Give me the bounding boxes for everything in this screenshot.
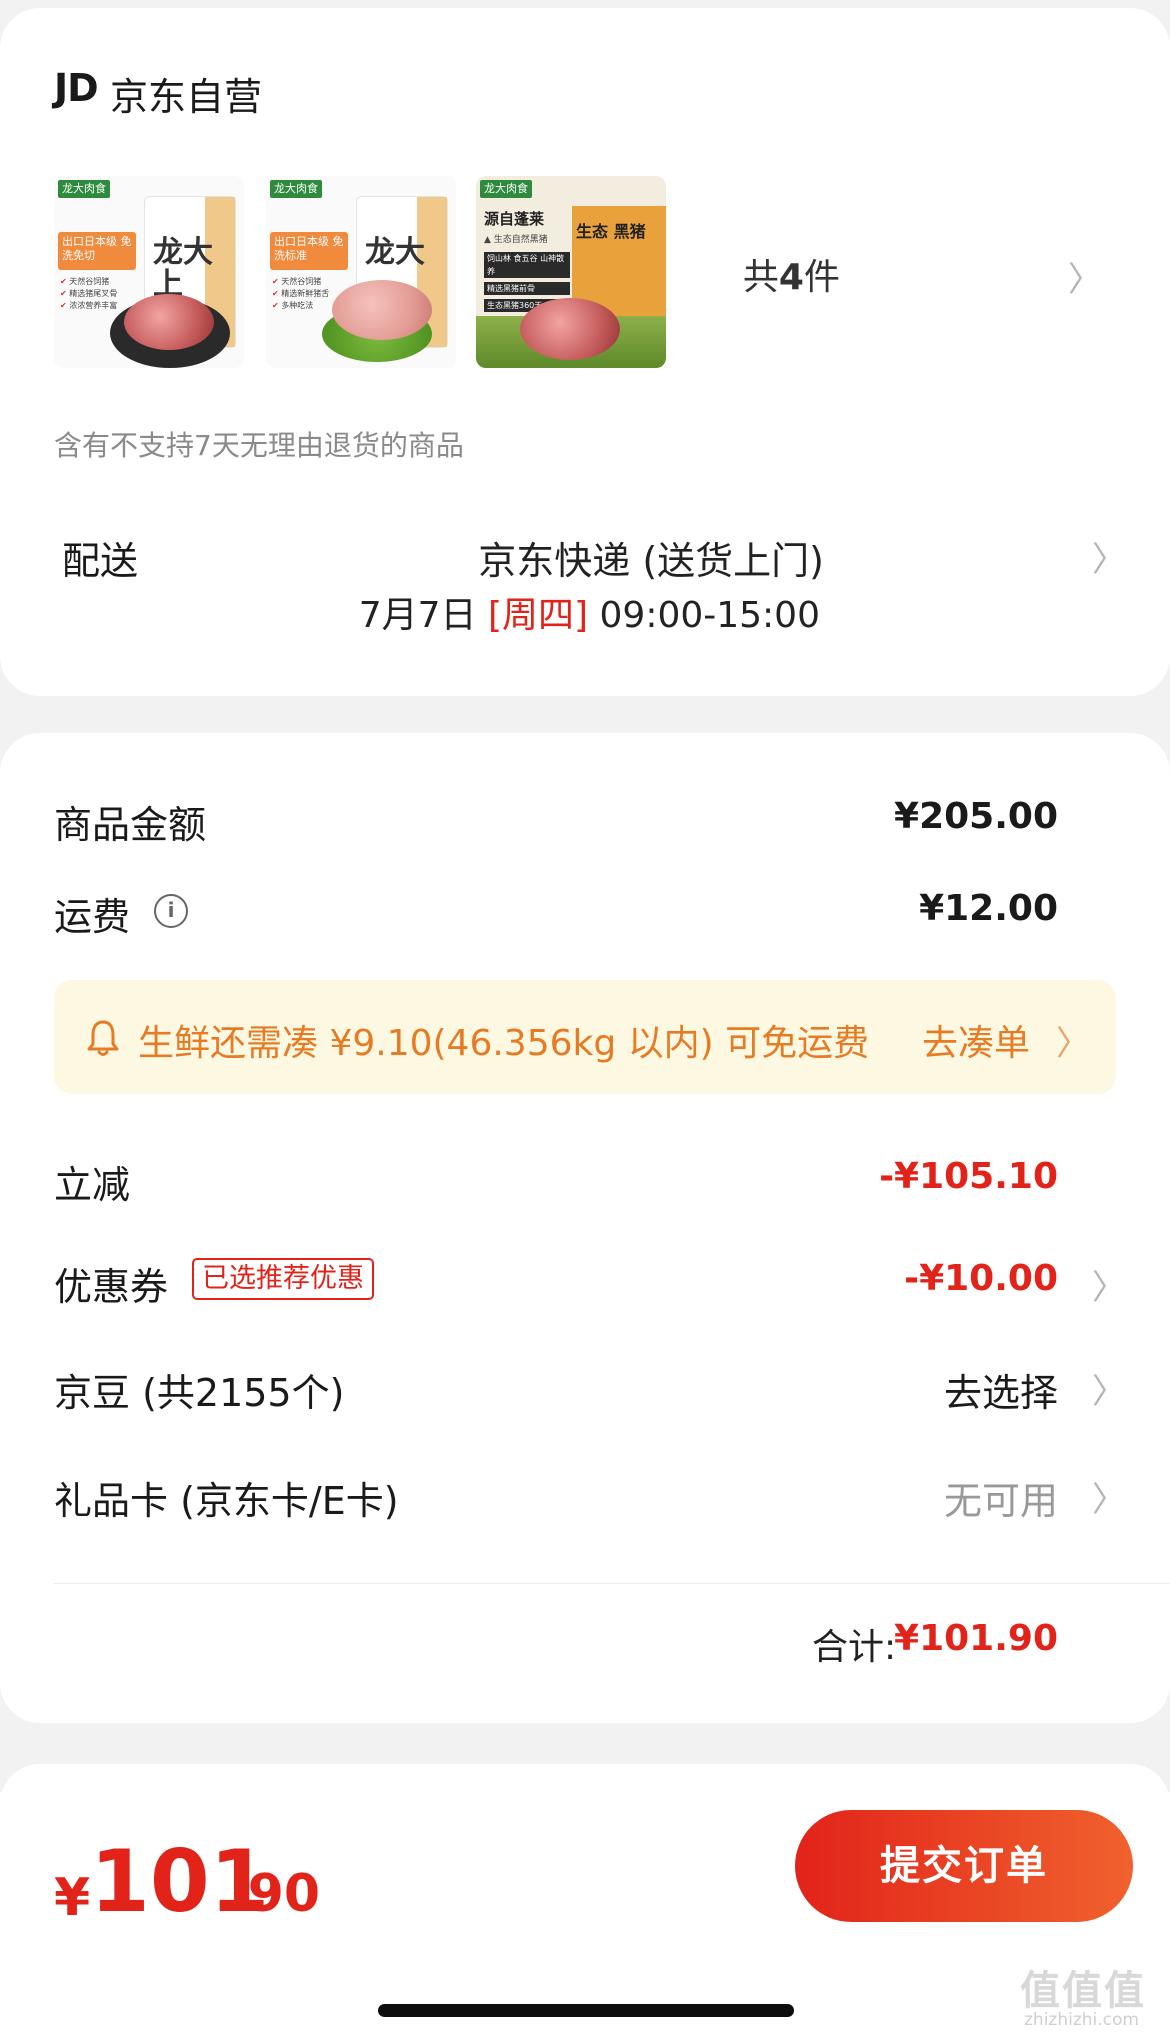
giftcard-value[interactable]: 无可用 — [944, 1470, 1058, 1525]
items-count-prefix: 共 — [742, 257, 779, 298]
submit-order-button[interactable]: 提交订单 — [795, 1810, 1133, 1922]
delivery-time-range: 09:00-15:00 — [588, 595, 821, 636]
chevron-right-icon[interactable]: 〉 — [1092, 1260, 1126, 1309]
items-count-suffix: 件 — [803, 257, 840, 298]
chevron-right-icon[interactable]: 〉 — [1056, 1016, 1090, 1065]
meat-image — [520, 298, 620, 360]
package-mark: 龙大 — [365, 235, 425, 270]
brand-tag: 龙大肉食 — [270, 180, 322, 198]
product-thumbnail[interactable]: 龙大肉食 龙大上 出口日本级 免洗免切 天然谷饲猪 精选猪尾叉骨 浓浓营养丰富 — [54, 176, 244, 368]
chevron-right-icon[interactable]: 〉 — [1092, 1472, 1126, 1521]
bag-text: 生态 黑猪 — [576, 222, 646, 241]
home-indicator — [378, 2004, 794, 2017]
coupon-label: 优惠券 — [54, 1265, 169, 1309]
items-count[interactable]: 共4件 — [743, 248, 840, 300]
coupon-value[interactable]: -¥10.00 — [904, 1258, 1058, 1299]
delivery-time[interactable]: 7月7日 [周四] 09:00-15:00 — [359, 586, 820, 638]
delivery-label: 配送 — [62, 539, 139, 583]
product-sticker: 出口日本级 免洗免切 — [58, 232, 136, 270]
goods-amount-value: ¥205.00 — [894, 796, 1058, 837]
brand-tag: 龙大肉食 — [480, 180, 532, 198]
total-value: ¥101.90 — [894, 1618, 1058, 1659]
feature-item: 天然谷饲猪 — [272, 276, 352, 288]
product-thumbnail[interactable]: 龙大肉食 源自蓬莱 ▲ 生态自然黑猪 生态 黑猪 饲山林 食五谷 山神散养 精选… — [476, 176, 666, 368]
return-policy-note: 含有不支持7天无理由退货的商品 — [54, 429, 464, 462]
divider — [54, 1583, 1170, 1584]
feature-item: 天然谷饲猪 — [60, 276, 140, 288]
free-shipping-text: 生鲜还需凑 ¥9.10(46.356kg 以内) 可免运费 — [138, 1023, 870, 1064]
bell-icon — [87, 1020, 119, 1056]
product-title: 源自蓬莱 — [484, 210, 545, 228]
instant-discount-label: 立减 — [54, 1163, 131, 1207]
pay-amount-decimal: .90 — [228, 1864, 321, 1924]
giftcard-label: 礼品卡 (京东卡/E卡) — [54, 1479, 399, 1523]
product-thumbnail[interactable]: 龙大肉食 龙大 出口日本级 免洗标准 天然谷饲猪 精选新鲜猪舌 多种吃法 — [266, 176, 456, 368]
pay-currency: ¥ — [54, 1868, 91, 1928]
delivery-date: 7月7日 — [358, 595, 488, 636]
brand-tag: 龙大肉食 — [58, 180, 110, 198]
meat-image — [124, 294, 214, 350]
chevron-right-icon[interactable]: 〉 — [1092, 532, 1126, 581]
shipping-fee-label: 运费 — [54, 895, 131, 939]
total-label: 合计: — [812, 1627, 897, 1668]
feature-item: 精选猪尾叉骨 — [60, 288, 140, 300]
goods-amount-label: 商品金额 — [54, 803, 207, 847]
meat-image — [332, 280, 432, 340]
feature-line: 饲山林 食五谷 山神散养 — [484, 252, 570, 278]
store-name: 京东自营 — [110, 75, 263, 119]
chevron-right-icon[interactable]: 〉 — [1092, 1364, 1126, 1413]
product-subtitle: ▲ 生态自然黑猪 — [484, 235, 548, 245]
watermark-logo: 值值值 — [1020, 1968, 1146, 2014]
feature-line: 精选黑猪前骨 — [484, 282, 570, 295]
package-mark: 龙大上 — [153, 235, 213, 302]
add-items-link[interactable]: 去凑单 — [922, 1014, 1030, 1066]
items-count-number: 4 — [778, 257, 804, 298]
price-summary-card — [0, 733, 1170, 1723]
shipping-fee-value: ¥12.00 — [919, 888, 1058, 929]
jingdou-select[interactable]: 去选择 — [944, 1362, 1058, 1417]
jd-logo: JD — [54, 66, 99, 110]
info-icon[interactable]: i — [154, 894, 188, 928]
delivery-weekday: [周四] — [487, 595, 589, 636]
watermark-url: zhizhizhi.com — [1024, 2010, 1139, 2030]
chevron-right-icon[interactable]: 〉 — [1068, 252, 1102, 301]
product-sticker: 出口日本级 免洗标准 — [270, 232, 348, 270]
delivery-method[interactable]: 京东快递 (送货上门) — [478, 530, 824, 585]
jingdou-label: 京豆 (共2155个) — [54, 1371, 345, 1415]
instant-discount-value: -¥105.10 — [879, 1156, 1058, 1197]
coupon-recommended-badge: 已选推荐优惠 — [192, 1258, 374, 1300]
